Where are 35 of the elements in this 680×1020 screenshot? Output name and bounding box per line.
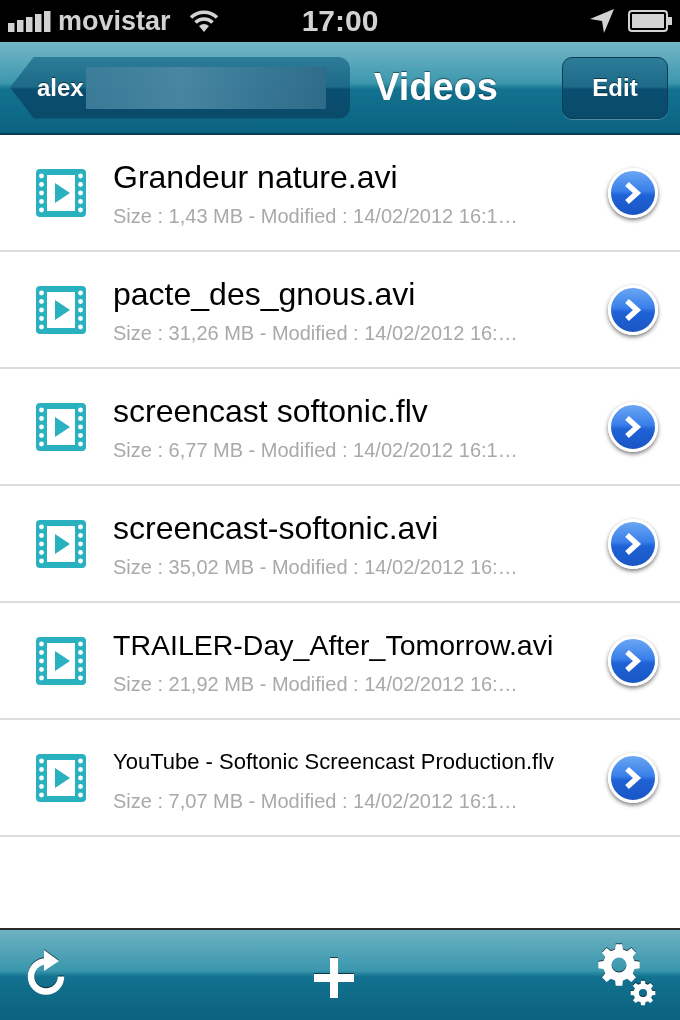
film-play-icon xyxy=(36,753,86,802)
file-details: Size : 31,26 MB - Modified : 14/02/2012 16:… xyxy=(113,320,519,346)
status-time: 17:00 xyxy=(301,6,379,36)
settings-icon[interactable] xyxy=(598,944,656,1006)
carrier-name: movistar xyxy=(58,7,171,35)
add-icon[interactable] xyxy=(314,958,354,998)
edit-button[interactable]: Edit xyxy=(562,56,668,119)
file-details: Size : 6,77 MB - Modified : 14/02/2012 16:1… xyxy=(113,437,519,463)
back-button[interactable]: alex xyxy=(10,56,350,119)
file-details: Size : 35,02 MB - Modified : 14/02/2012 16:… xyxy=(113,554,519,580)
chevron-icon xyxy=(624,414,642,439)
chevron-icon xyxy=(624,180,642,205)
battery-icon xyxy=(628,10,672,32)
nav-title: Videos xyxy=(373,66,499,109)
film-play-icon xyxy=(36,636,86,685)
film-play-icon xyxy=(36,285,86,334)
film-play-icon xyxy=(36,519,86,568)
chevron-icon xyxy=(624,648,642,673)
location-arrow-icon xyxy=(590,9,614,33)
film-play-icon xyxy=(36,402,86,451)
file-name: TRAILER-Day_After_Tomorrow.avi xyxy=(113,627,555,663)
chevron-icon xyxy=(624,531,642,556)
file-name: pacte_des_gnous.avi xyxy=(113,274,417,314)
file-name: screencast-softonic.avi xyxy=(113,508,440,548)
signal-icon xyxy=(8,10,52,32)
file-name: Grandeur nature.avi xyxy=(113,157,399,197)
file-name: screencast softonic.flv xyxy=(113,391,429,431)
wifi-icon xyxy=(188,10,219,32)
chevron-icon xyxy=(624,297,642,322)
chevron-icon xyxy=(624,765,642,790)
file-name: YouTube - Softonic Screencast Production.flv xyxy=(113,747,556,776)
file-details: Size : 21,92 MB - Modified : 14/02/2012 16:… xyxy=(113,671,519,697)
file-details: Size : 1,43 MB - Modified : 14/02/2012 16:1… xyxy=(113,203,519,229)
file-details: Size : 7,07 MB - Modified : 14/02/2012 16:1… xyxy=(113,788,519,814)
film-play-icon xyxy=(36,168,86,217)
